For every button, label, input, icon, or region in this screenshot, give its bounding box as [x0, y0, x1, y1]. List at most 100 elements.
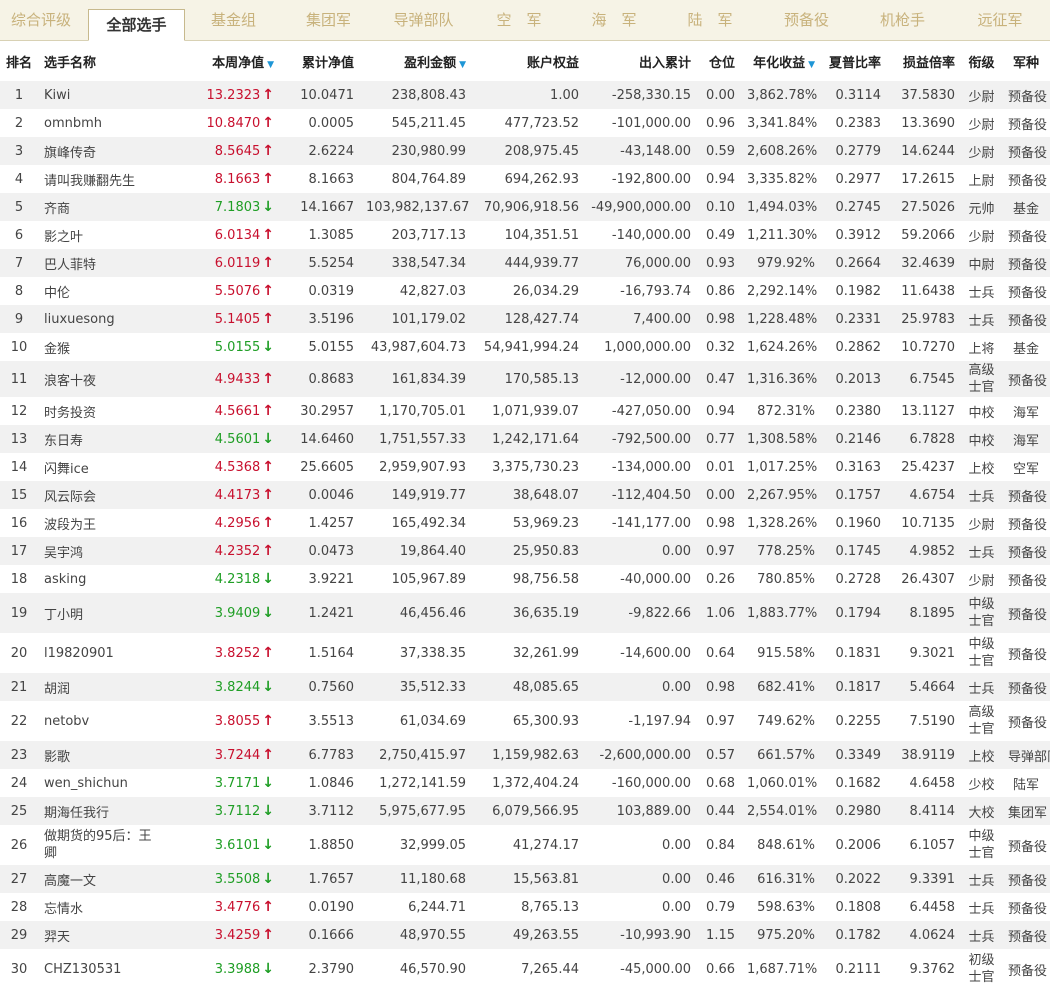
- col-nav[interactable]: 本周净值 ▼: [158, 41, 280, 81]
- table-row[interactable]: 28 忘情水 3.4776 ↑ 0.0190 6,244.71 8,765.13 0.00 0.…: [0, 893, 1050, 921]
- tab-1[interactable]: 全部选手: [88, 9, 185, 41]
- name-cell[interactable]: 巴人菲特: [38, 249, 158, 277]
- name-cell[interactable]: 闪舞ice: [38, 453, 158, 481]
- col-equity[interactable]: 账户权益: [472, 41, 585, 81]
- col-title[interactable]: 衔级: [961, 41, 1002, 81]
- loss-ratio-cell: 17.2615: [887, 165, 961, 193]
- tab-2[interactable]: 基金组: [185, 0, 282, 41]
- table-row[interactable]: 25 期海任我行 3.7112 ↓ 3.7112 5,975,677.95 6,079,56…: [0, 797, 1050, 825]
- table-row[interactable]: 3 旗峰传奇 8.5645 ↑ 2.6224 230,980.99 208,975.45 -4…: [0, 137, 1050, 165]
- name-cell[interactable]: 请叫我赚翻先生: [38, 165, 158, 193]
- name-cell[interactable]: 风云际会: [38, 481, 158, 509]
- table-row[interactable]: 27 高魔一文 3.5508 ↓ 1.7657 11,180.68 15,563.81 0.0…: [0, 865, 1050, 893]
- table-row[interactable]: 29 羿天 3.4259 ↑ 0.1666 48,970.55 49,263.55 -10,9…: [0, 921, 1050, 949]
- name-cell[interactable]: 羿天: [38, 921, 158, 949]
- name-cell[interactable]: 时务投资: [38, 397, 158, 425]
- tab-7[interactable]: 陆 军: [662, 0, 758, 41]
- table-row[interactable]: 18 asking 4.2318 ↓ 3.9221 105,967.89 98,756.58…: [0, 565, 1050, 593]
- table-row[interactable]: 10 金猴 5.0155 ↓ 5.0155 43,987,604.73 54,941,994…: [0, 333, 1050, 361]
- table-row[interactable]: 19 丁小明 3.9409 ↓ 1.2421 46,456.46 36,635.19 -9,8…: [0, 593, 1050, 633]
- name-cell[interactable]: wen_shichun: [38, 769, 158, 797]
- col-flow[interactable]: 出入累计: [585, 41, 697, 81]
- name-cell[interactable]: Kiwi: [38, 81, 158, 109]
- col-annual[interactable]: 年化收益 ▼: [741, 41, 821, 81]
- sort-down-icon[interactable]: ▼: [267, 60, 274, 70]
- name-cell[interactable]: 忘情水: [38, 893, 158, 921]
- name-cell[interactable]: liuxuesong: [38, 305, 158, 333]
- col-cum-nav[interactable]: 累计净值: [280, 41, 360, 81]
- name-cell[interactable]: 波段为王: [38, 509, 158, 537]
- table-row[interactable]: 4 请叫我赚翻先生 8.1663 ↑ 8.1663 804,764.89 694,262.9…: [0, 165, 1050, 193]
- name-cell[interactable]: 高魔一文: [38, 865, 158, 893]
- name-cell[interactable]: 中伦: [38, 277, 158, 305]
- table-row[interactable]: 30 CHZ130531 3.3988 ↓ 2.3790 46,570.90 7,265.4…: [0, 949, 1050, 989]
- table-row[interactable]: 23 影歌 3.7244 ↑ 6.7783 2,750,415.97 1,159,982.6…: [0, 741, 1050, 769]
- table-row[interactable]: 20 l19820901 3.8252 ↑ 1.5164 37,338.35 32,261.…: [0, 633, 1050, 673]
- table-row[interactable]: 9 liuxuesong 5.1405 ↑ 3.5196 101,179.02 128,42…: [0, 305, 1050, 333]
- name-cell[interactable]: 旗峰传奇: [38, 137, 158, 165]
- name-cell[interactable]: l19820901: [38, 633, 158, 673]
- name-cell[interactable]: 东日寿: [38, 425, 158, 453]
- table-row[interactable]: 13 东日寿 4.5601 ↓ 14.6460 1,751,557.33 1,242,171…: [0, 425, 1050, 453]
- name-cell[interactable]: 丁小明: [38, 593, 158, 633]
- tab-3[interactable]: 集团军: [282, 0, 375, 41]
- name-cell[interactable]: 齐商: [38, 193, 158, 221]
- col-name[interactable]: 选手名称: [38, 41, 158, 81]
- name-cell[interactable]: CHZ130531: [38, 949, 158, 989]
- table-row[interactable]: 16 波段为王 4.2956 ↑ 1.4257 165,492.34 53,969.23 -1…: [0, 509, 1050, 537]
- table-row[interactable]: 22 netobv 3.8055 ↑ 3.5513 61,034.69 65,300.93-…: [0, 701, 1050, 741]
- name-cell[interactable]: 吴宇鸿: [38, 537, 158, 565]
- arrow-up-icon: ↑: [262, 255, 274, 271]
- tab-6[interactable]: 海 军: [566, 0, 662, 41]
- name-cell[interactable]: 影歌: [38, 741, 158, 769]
- equity-cell: 1.00: [472, 81, 585, 109]
- name-cell[interactable]: netobv: [38, 701, 158, 741]
- cum-nav-cell: 10.0471: [280, 81, 360, 109]
- name-cell[interactable]: omnbmh: [38, 109, 158, 137]
- name-cell[interactable]: 金猴: [38, 333, 158, 361]
- table-row[interactable]: 7 巴人菲特 6.0119 ↑ 5.5254 338,547.34 444,939.77 76…: [0, 249, 1050, 277]
- table-row[interactable]: 24 wen_shichun 3.7171 ↓ 1.0846 1,272,141.59 1,…: [0, 769, 1050, 797]
- table-row[interactable]: 26 做期货的95后：王卿 3.6101 ↓ 1.8850 32,999.05 41,274…: [0, 825, 1050, 865]
- position-cell: 0.59: [697, 137, 741, 165]
- tab-9[interactable]: 机枪手: [855, 0, 950, 41]
- branch-cell: 预备役: [1002, 949, 1050, 989]
- table-row[interactable]: 11 浪客十夜 4.9433 ↑ 0.8683 161,834.39 170,585.13-…: [0, 361, 1050, 397]
- name-cell[interactable]: 影之叶: [38, 221, 158, 249]
- col-loss-ratio[interactable]: 损益倍率: [887, 41, 961, 81]
- table-row[interactable]: 21 胡润 3.8244 ↓ 0.7560 35,512.33 48,085.65 0.00 0…: [0, 673, 1050, 701]
- table-row[interactable]: 5 齐商 7.1803 ↓ 14.1667 103,982,137.67 70,906,91…: [0, 193, 1050, 221]
- tab-5[interactable]: 空 军: [472, 0, 566, 41]
- sort-down-icon[interactable]: ▼: [459, 60, 466, 70]
- arrow-up-icon: ↑: [262, 747, 274, 763]
- table-row[interactable]: 6 影之叶 6.0134 ↑ 1.3085 203,717.13 104,351.51 -14…: [0, 221, 1050, 249]
- table-row[interactable]: 17 吴宇鸿 4.2352 ↑ 0.0473 19,864.40 25,950.83 0.00…: [0, 537, 1050, 565]
- name-cell[interactable]: 期海任我行: [38, 797, 158, 825]
- col-rank[interactable]: 排名: [0, 41, 38, 81]
- cum-nav-cell: 30.2957: [280, 397, 360, 425]
- table-row[interactable]: 2 omnbmh 10.8470 ↑ 0.0005 545,211.45 477,723.5…: [0, 109, 1050, 137]
- col-profit[interactable]: 盈利金额 ▼: [360, 41, 472, 81]
- col-branch[interactable]: 军种: [1002, 41, 1050, 81]
- table-row[interactable]: 15 风云际会 4.4173 ↑ 0.0046 149,919.77 38,648.07 -1…: [0, 481, 1050, 509]
- col-sharpe[interactable]: 夏普比率: [821, 41, 887, 81]
- table-row[interactable]: 8 中伦 5.5076 ↑ 0.0319 42,827.03 26,034.29 -16,79…: [0, 277, 1050, 305]
- branch-cell: 预备役: [1002, 593, 1050, 633]
- col-position[interactable]: 仓位: [697, 41, 741, 81]
- table-row[interactable]: 12 时务投资 4.5661 ↑ 30.2957 1,170,705.01 1,071,93…: [0, 397, 1050, 425]
- tab-4[interactable]: 导弹部队: [375, 0, 472, 41]
- name-cell[interactable]: 胡润: [38, 673, 158, 701]
- tab-8[interactable]: 预备役: [758, 0, 855, 41]
- tab-0[interactable]: 综合评级: [0, 0, 82, 41]
- flow-cell: 0.00: [585, 893, 697, 921]
- sort-down-icon[interactable]: ▼: [808, 60, 815, 70]
- flow-cell: 76,000.00: [585, 249, 697, 277]
- tab-10[interactable]: 远征军: [950, 0, 1050, 41]
- table-row[interactable]: 14 闪舞ice 4.5368 ↑ 25.6605 2,959,907.93 3,375,7…: [0, 453, 1050, 481]
- loss-ratio-cell: 38.9119: [887, 741, 961, 769]
- equity-cell: 170,585.13: [472, 361, 585, 397]
- name-cell[interactable]: asking: [38, 565, 158, 593]
- name-cell[interactable]: 浪客十夜: [38, 361, 158, 397]
- table-row[interactable]: 1 Kiwi 13.2323 ↑ 10.0471 238,808.43 1.00 -258,3…: [0, 81, 1050, 109]
- name-cell[interactable]: 做期货的95后：王卿: [38, 825, 158, 865]
